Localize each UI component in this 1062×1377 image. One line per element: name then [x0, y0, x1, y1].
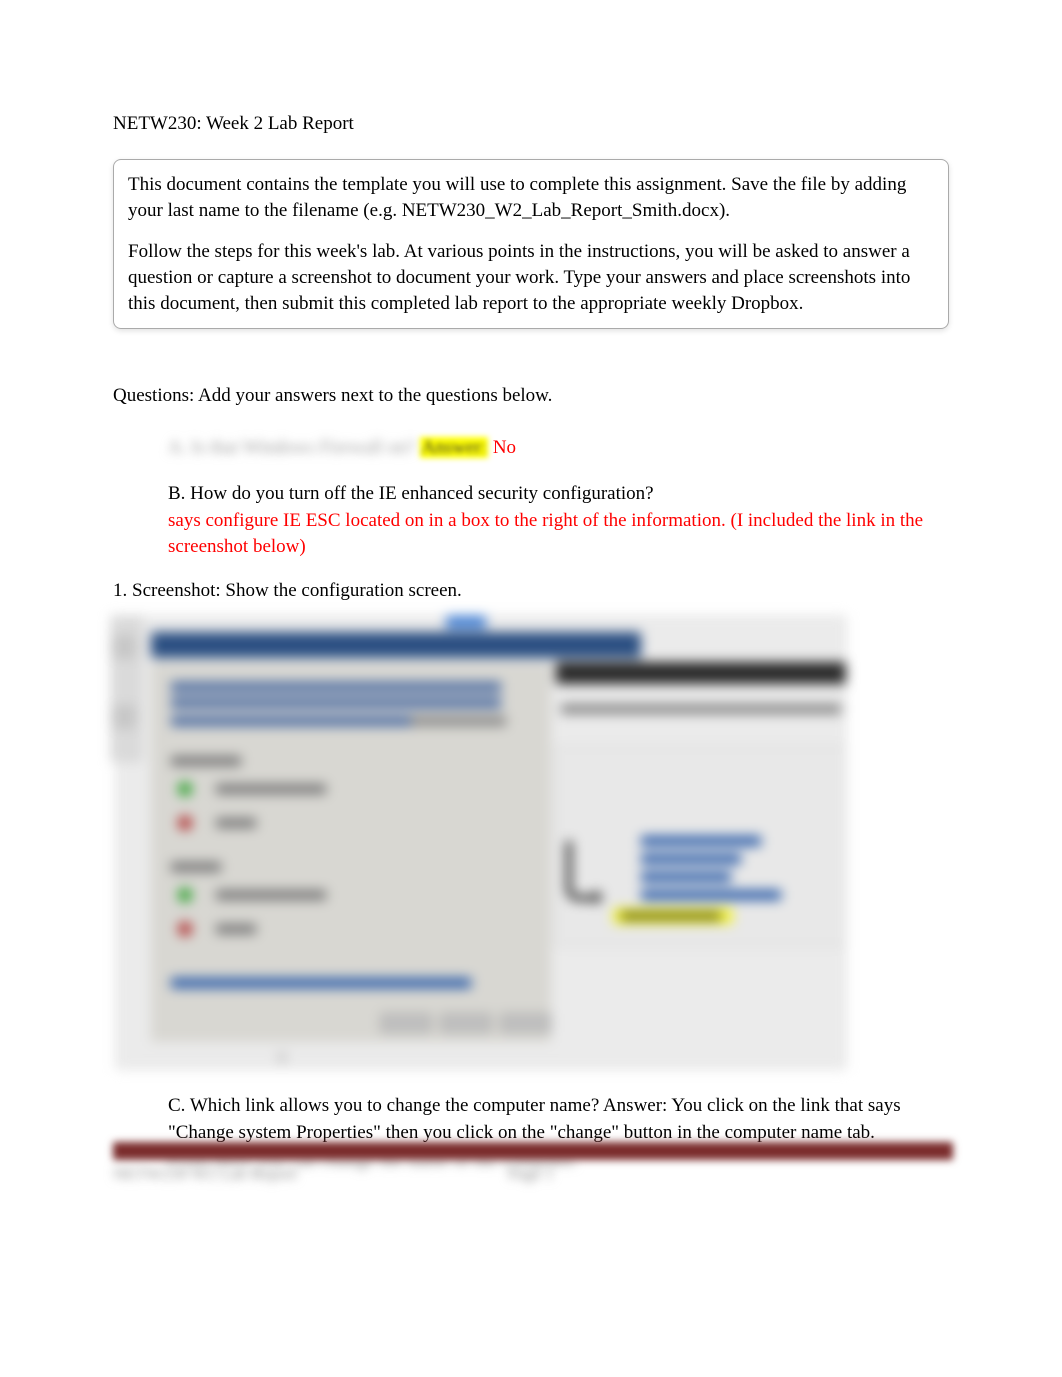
screenshot-link — [641, 890, 781, 900]
footer-divider-bar — [113, 1142, 953, 1160]
question-a-row: A. Is that Windows Firewall on? Answer: … — [168, 435, 949, 461]
instructions-paragraph-2: Follow the steps for this week's lab. At… — [128, 239, 934, 316]
screenshot-dialog-text — [171, 716, 411, 726]
question-a-blurred-text: A. Is that Windows Firewall on? — [168, 437, 415, 458]
question-b-text: B. How do you turn off the IE enhanced s… — [168, 481, 949, 507]
screenshot-section-header — [556, 662, 846, 684]
screenshot-caret-icon — [276, 1054, 288, 1064]
embedded-screenshot — [116, 616, 846, 1069]
screenshot-option-label — [216, 924, 256, 934]
screenshot-radio-off-icon — [178, 816, 192, 830]
screenshot-annotation-arrow-icon — [566, 841, 601, 901]
questions-intro: Questions: Add your answers next to the … — [113, 385, 949, 407]
screenshot-highlighted-link — [621, 912, 721, 920]
footer-page-number: Page 1 — [113, 1164, 949, 1184]
instructions-paragraph-1: This document contains the template you … — [128, 172, 934, 223]
screenshot-option-label — [216, 784, 326, 794]
page-header-title: NETW230: Week 2 Lab Report — [113, 113, 949, 135]
screenshot-sidebar — [111, 616, 141, 761]
sidebar-icon — [112, 705, 136, 729]
screenshot-dialog-button — [441, 1014, 491, 1032]
screenshot-section-text — [561, 704, 841, 714]
screenshot-radio-on-icon — [178, 782, 192, 796]
screenshot-help-link — [171, 978, 471, 988]
question-c-row: C. Which link allows you to change the c… — [168, 1093, 949, 1146]
instructions-box: This document contains the template you … — [113, 159, 949, 329]
sidebar-icon — [112, 635, 136, 659]
screenshot-subheader — [171, 756, 241, 766]
screenshot-dialog-text — [171, 698, 501, 708]
screenshot-dialog-text — [171, 682, 501, 692]
screenshot-link — [641, 836, 761, 846]
question-a-answer-label-highlight: Answer: — [420, 437, 488, 458]
screenshot-radio-on-icon — [178, 888, 192, 902]
screenshot-link — [641, 854, 741, 864]
screenshot-dialog-button — [501, 1014, 551, 1032]
screenshot-option-label — [216, 890, 326, 900]
screenshot-titlebar — [151, 632, 641, 658]
screenshot-caption: 1. Screenshot: Show the configuration sc… — [113, 580, 949, 602]
screenshot-radio-off-icon — [178, 922, 192, 936]
screenshot-link — [641, 872, 731, 882]
question-b-row: B. How do you turn off the IE enhanced s… — [168, 481, 949, 560]
screenshot-dialog-button — [381, 1014, 431, 1032]
question-b-answer-text: says configure IE ESC located on in a bo… — [168, 508, 949, 560]
screenshot-dialog-text — [411, 716, 506, 726]
screenshot-subheader — [171, 862, 221, 872]
question-a-answer-text: No — [493, 437, 516, 458]
screenshot-option-label — [216, 818, 256, 828]
footer-row: NETW230 W2 Lab Report Page 1 — [113, 1164, 949, 1184]
screenshot-tab — [446, 616, 486, 628]
